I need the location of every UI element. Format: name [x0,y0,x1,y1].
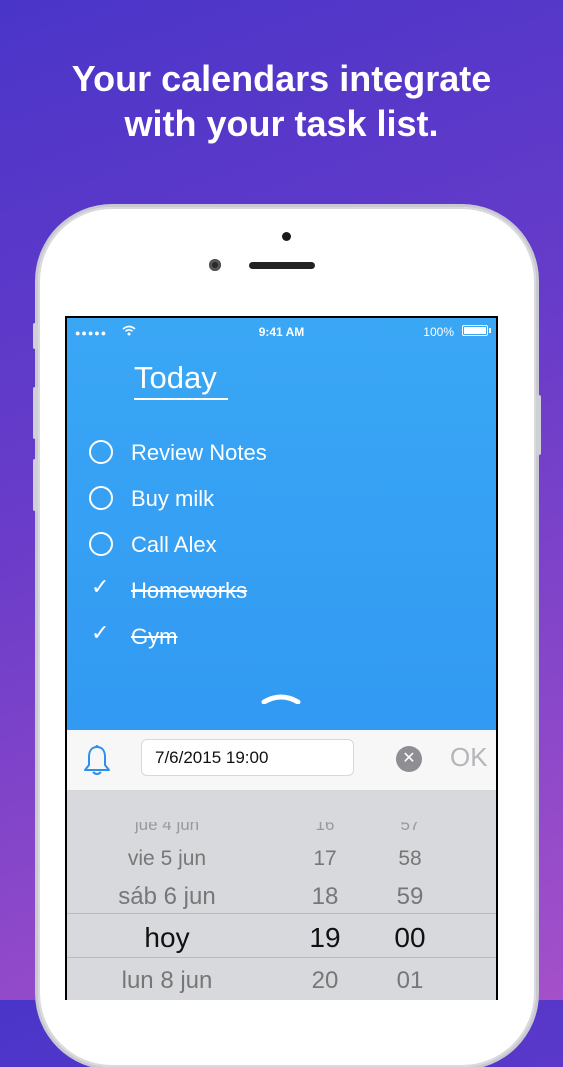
reminder-panel: ✕ OK [67,730,496,791]
picker-hour-item: 20 [311,967,339,994]
battery-percent: 100% [423,325,454,339]
check-icon[interactable]: ✓ [91,620,109,646]
picker-hour-item: 16 [315,822,335,834]
headline-line-2: with your task list. [124,103,439,144]
status-bar: ●●●●● 9:41 AM 100% [67,318,496,342]
phone-screen: ●●●●● 9:41 AM 100% Today Review Notes Bu… [65,316,498,1000]
reminder-date-input[interactable] [141,739,354,776]
side-button [33,387,38,439]
date-time-picker[interactable]: jue 4 jun vie 5 jun sáb 6 jun hoy lun 8 … [67,791,496,1000]
picker-minute-item: 57 [400,822,420,834]
picker-day-item-selected: hoy [144,922,190,953]
picker-day-item: sáb 6 jun [118,883,216,910]
side-button [33,459,38,511]
list-title[interactable]: Today [134,360,228,400]
task-label: Call Alex [131,532,217,557]
headline-line-1: Your calendars integrate [71,58,492,99]
picker-day-column[interactable]: jue 4 jun vie 5 jun sáb 6 jun hoy lun 8 … [67,791,267,1000]
task-label: Buy milk [131,486,215,511]
picker-hour-column[interactable]: 16 17 18 19 20 [287,791,363,1000]
task-label: Homeworks [131,578,248,603]
side-button [536,395,541,455]
picker-minute-item-selected: 00 [394,922,426,953]
ok-button[interactable]: OK [450,742,488,773]
earpiece-speaker [249,262,315,269]
task-checkbox[interactable] [89,440,113,464]
picker-hour-item: 17 [313,847,337,870]
picker-hour-item-selected: 19 [309,922,341,953]
picker-minute-item: 59 [396,883,424,910]
task-checkbox[interactable] [89,532,113,556]
clear-date-button[interactable]: ✕ [396,746,422,772]
side-button [33,323,38,349]
picker-hour-item: 18 [311,883,339,910]
proximity-sensor [282,232,291,241]
headline: Your calendars integrate with your task … [0,56,563,146]
chevron-up-icon[interactable] [261,692,301,704]
picker-minute-column[interactable]: 57 58 59 00 01 [372,791,448,1000]
battery-tip [489,328,491,333]
picker-minute-item: 01 [396,967,424,994]
task-label: Review Notes [131,440,267,465]
check-icon[interactable]: ✓ [91,574,109,600]
task-label: Gym [131,624,178,649]
picker-minute-item: 58 [398,847,422,870]
picker-day-item: lun 8 jun [121,967,213,994]
task-checkbox[interactable] [89,486,113,510]
front-camera [209,259,221,271]
picker-day-item: jue 4 jun [134,822,200,834]
picker-day-item: vie 5 jun [127,847,207,870]
battery-icon [462,325,488,336]
bell-icon[interactable] [83,744,111,776]
